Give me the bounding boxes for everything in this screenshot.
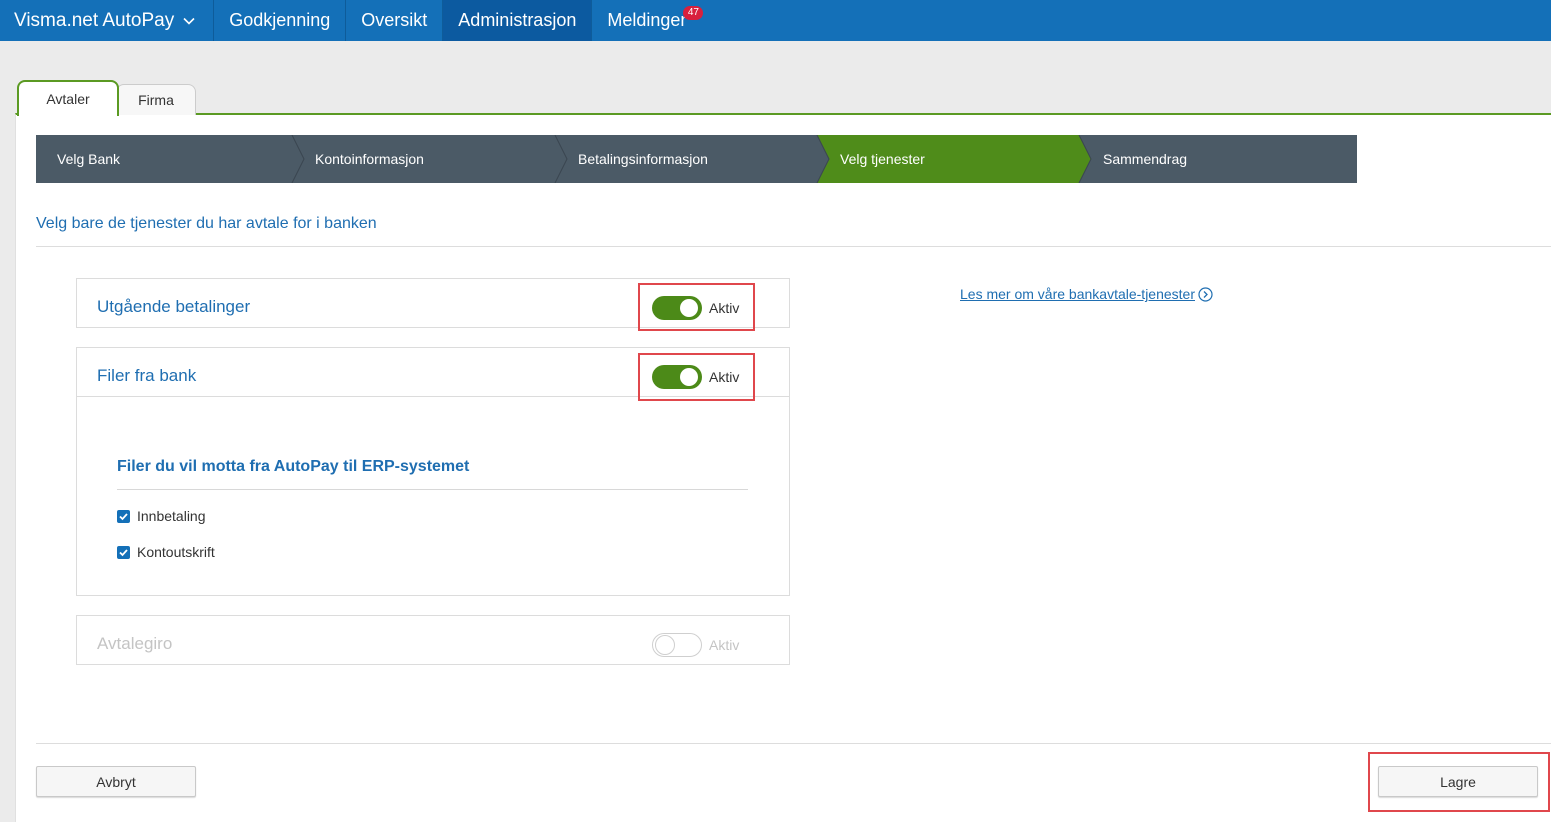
- nav-oversikt[interactable]: Oversikt: [346, 0, 444, 41]
- checkbox-label: Kontoutskrift: [137, 544, 215, 560]
- top-navigation: Visma.net AutoPay Godkjenning Oversikt A…: [0, 0, 1551, 41]
- step-betalingsinformasjon[interactable]: Betalingsinformasjon: [578, 135, 708, 183]
- nav-label: Godkjenning: [229, 10, 331, 30]
- toggle-avtalegiro[interactable]: [652, 633, 702, 657]
- tab-label: Firma: [138, 92, 174, 108]
- step-velg-bank[interactable]: Velg Bank: [57, 135, 120, 183]
- app-name: Visma.net AutoPay: [14, 9, 175, 31]
- notification-badge: 47: [683, 6, 704, 20]
- check-icon: [119, 512, 128, 520]
- chevron-circle-right-icon: [1198, 286, 1213, 302]
- service-title: Filer fra bank: [97, 366, 197, 385]
- service-title: Avtalegiro: [97, 634, 173, 653]
- nav-label: Oversikt: [361, 10, 428, 30]
- highlight-box: [638, 283, 755, 331]
- checkbox-label: Innbetaling: [137, 508, 206, 524]
- highlight-box: [638, 353, 755, 401]
- toggle-knob: [655, 635, 675, 655]
- tab-avtaler[interactable]: Avtaler: [17, 80, 119, 116]
- section-divider: [117, 489, 748, 490]
- files-section-title: Filer du vil motta fra AutoPay til ERP-s…: [117, 458, 470, 475]
- cancel-button[interactable]: Avbryt: [36, 766, 196, 797]
- service-card-avtalegiro: Avtalegiro Aktiv: [76, 615, 790, 665]
- footer-divider: [36, 743, 1551, 744]
- toggle-label: Aktiv: [709, 637, 740, 653]
- nav-label: Administrasjon: [458, 10, 577, 30]
- step-kontoinformasjon[interactable]: Kontoinformasjon: [315, 135, 424, 183]
- checkbox-kontoutskrift[interactable]: [117, 545, 130, 559]
- checkbox-row-innbetaling[interactable]: Innbetaling: [117, 508, 206, 524]
- check-icon: [119, 548, 128, 556]
- service-title: Utgående betalinger: [97, 297, 251, 316]
- wizard-steps: Velg Bank Kontoinformasjon Betalingsinfo…: [36, 135, 1357, 183]
- link-text: Les mer om våre bankavtale-tjenester: [960, 286, 1195, 302]
- checkbox-row-kontoutskrift[interactable]: Kontoutskrift: [117, 544, 215, 560]
- app-switcher[interactable]: Visma.net AutoPay: [0, 0, 215, 41]
- nav-meldinger[interactable]: Meldinger 47: [592, 0, 704, 41]
- checkbox-innbetaling[interactable]: [117, 509, 130, 523]
- nav-godkjenning[interactable]: Godkjenning: [214, 0, 347, 41]
- chevron-down-icon: [183, 17, 195, 25]
- tab-label: Avtaler: [46, 91, 90, 107]
- nav-label: Meldinger: [607, 10, 687, 30]
- tab-firma[interactable]: Firma: [116, 84, 196, 115]
- more-info-link[interactable]: Les mer om våre bankavtale-tjenester: [960, 286, 1213, 302]
- intro-text: Velg bare de tjenester du har avtale for…: [36, 215, 377, 232]
- divider: [36, 246, 1551, 247]
- highlight-box: [1368, 752, 1550, 812]
- nav-administrasjon[interactable]: Administrasjon: [443, 0, 593, 41]
- step-velg-tjenester[interactable]: Velg tjenester: [840, 135, 925, 183]
- step-sammendrag[interactable]: Sammendrag: [1103, 135, 1187, 183]
